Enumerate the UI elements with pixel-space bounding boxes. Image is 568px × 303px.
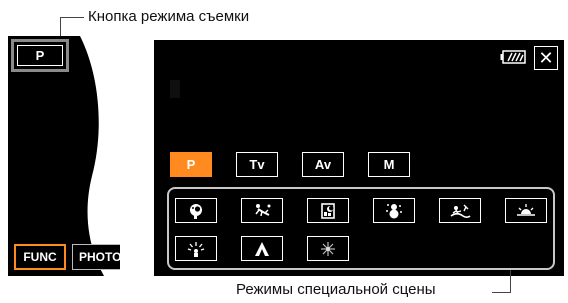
scene-low-light-button[interactable] — [307, 236, 349, 261]
screen-curve-shape — [80, 36, 120, 276]
shooting-modes-row: P Tv Av M — [170, 152, 430, 178]
shooting-mode-button[interactable]: P — [17, 45, 63, 66]
scene-sports-button[interactable] — [241, 198, 283, 223]
scene-portrait-button[interactable] — [175, 198, 217, 223]
shooting-mode-screen: ✕ P Tv Av M — [154, 40, 564, 276]
sports-icon — [255, 203, 271, 216]
scene-beach-button[interactable] — [439, 198, 481, 223]
scene-snow-button[interactable] — [373, 198, 415, 223]
low-light-icon — [321, 241, 335, 256]
callout-line — [60, 17, 84, 18]
mode-av-button[interactable]: Av — [302, 152, 344, 177]
left-camera-screen: P FUNC PHOTO — [8, 36, 120, 276]
spotlight-icon — [187, 241, 205, 257]
fireworks-icon — [255, 241, 269, 256]
callout-line — [510, 270, 511, 293]
mode-p-button[interactable]: P — [170, 152, 212, 177]
photo-button[interactable]: PHOTO — [72, 244, 120, 270]
special-scene-group — [167, 187, 555, 270]
scene-night-button[interactable] — [307, 198, 349, 223]
special-scene-callout-label: Режимы специальной сцены — [236, 281, 436, 298]
battery-icon — [500, 50, 526, 64]
scene-fireworks-button[interactable] — [241, 236, 283, 261]
sunset-icon — [517, 203, 535, 216]
night-scene-icon — [321, 202, 335, 219]
scene-sunset-button[interactable] — [505, 198, 547, 223]
close-icon: ✕ — [538, 48, 554, 68]
mode-tv-button[interactable]: Tv — [236, 152, 278, 177]
callout-line — [492, 292, 510, 293]
mode-button-callout: Кнопка режима съемки — [20, 8, 340, 44]
func-button[interactable]: FUNC — [14, 244, 66, 270]
mode-button-highlight: P — [11, 39, 69, 72]
screen-artifact — [170, 80, 180, 98]
special-scene-callout: Режимы специальной сцены — [230, 270, 530, 302]
beach-icon — [450, 204, 471, 218]
portrait-icon — [190, 203, 202, 219]
scene-spotlight-button[interactable] — [175, 236, 217, 261]
snow-icon — [386, 203, 402, 218]
close-button[interactable]: ✕ — [534, 46, 558, 70]
mode-m-button[interactable]: M — [368, 152, 410, 177]
mode-button-callout-label: Кнопка режима съемки — [88, 8, 250, 25]
